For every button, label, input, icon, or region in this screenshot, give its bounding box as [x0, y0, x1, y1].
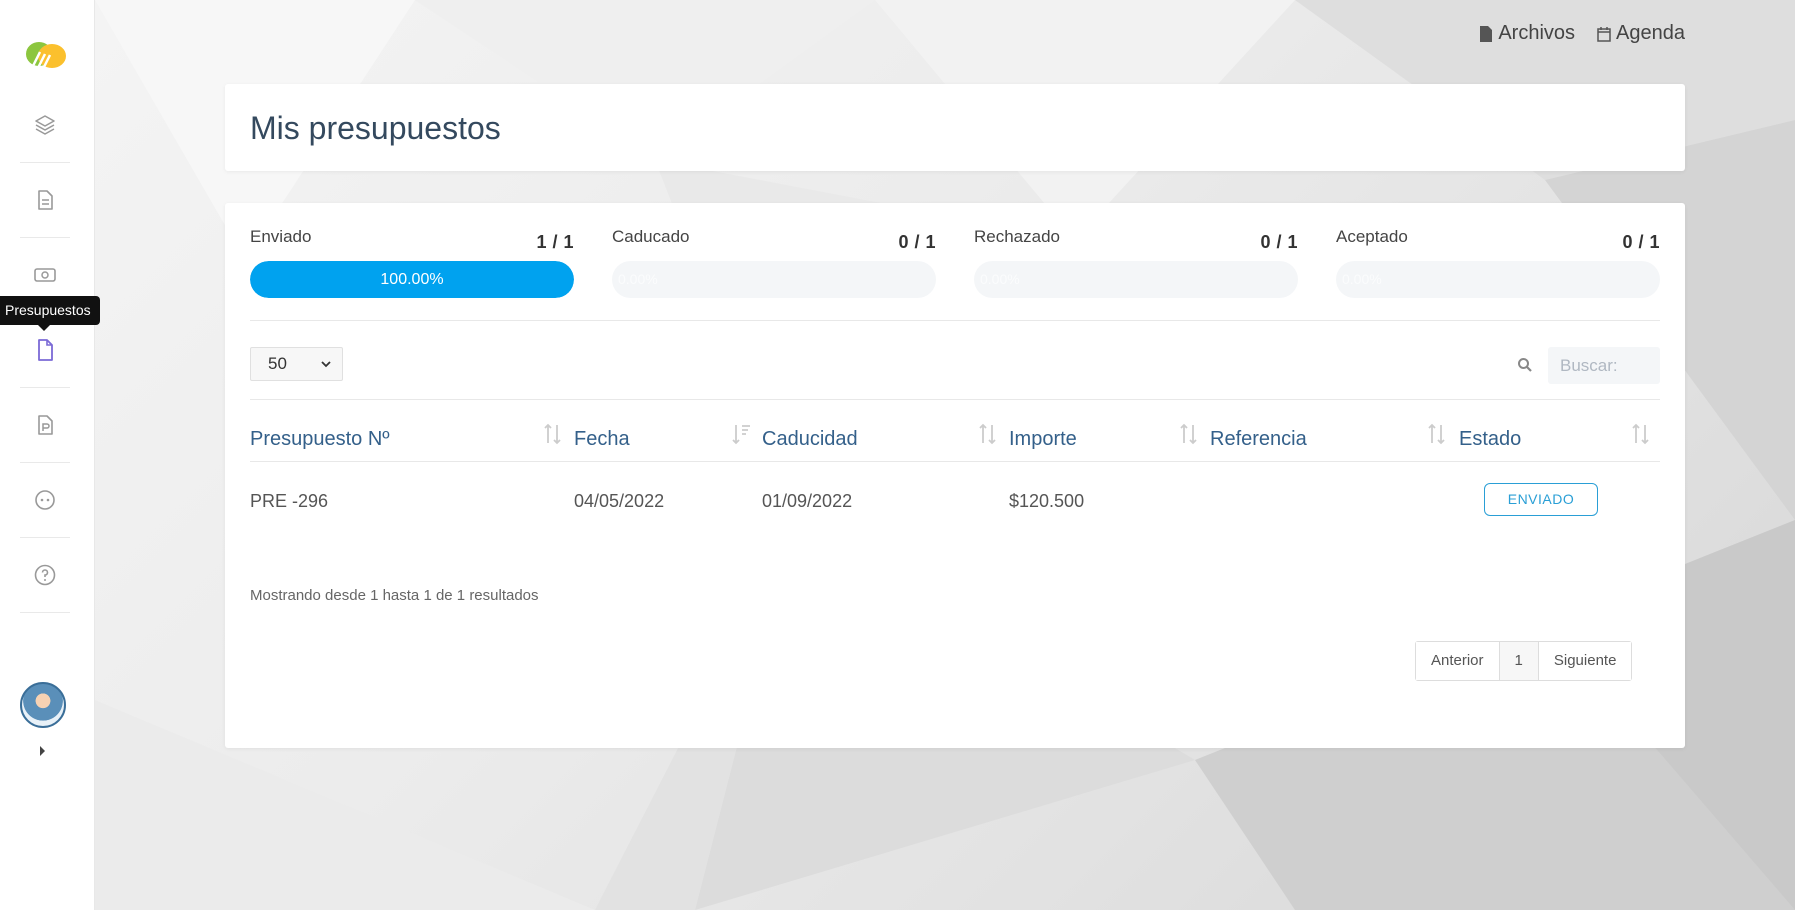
stat-count: 0 / 1	[1622, 232, 1660, 252]
progress-bar: 0.00%	[974, 261, 1298, 298]
cell-numero: PRE -296	[250, 491, 329, 511]
stat-label: Enviado	[250, 227, 312, 246]
calendar-icon	[1597, 26, 1611, 42]
document-icon	[38, 190, 53, 210]
help-icon	[34, 564, 56, 586]
table-header: Presupuesto Nº Fecha Caducidad Importe R…	[250, 408, 1660, 458]
cell-caducidad: 01/09/2022	[762, 491, 853, 511]
stat-label: Caducado	[612, 227, 690, 246]
invoice-icon	[38, 415, 53, 435]
stat-label: Rechazado	[974, 227, 1061, 246]
divider	[250, 399, 1660, 400]
sort-icon[interactable]	[1630, 422, 1652, 446]
archivos-link[interactable]: Archivos	[1479, 22, 1575, 45]
column-header-fecha[interactable]: Fecha	[574, 428, 630, 451]
chat-icon	[35, 490, 55, 510]
file-icon	[38, 339, 53, 361]
column-header-numero[interactable]: Presupuesto Nº	[250, 428, 390, 451]
sort-icon[interactable]	[977, 422, 999, 446]
stat-label: Aceptado	[1336, 227, 1408, 246]
layers-icon	[35, 115, 55, 135]
column-header-caducidad[interactable]: Caducidad	[762, 428, 858, 451]
progress-fill: 100.00%	[250, 261, 574, 298]
status-stats: Enviado 1 / 1 100.00% Caducado 0 / 1 0.0…	[250, 227, 1660, 298]
chevron-down-icon	[321, 361, 331, 368]
pagination-previous[interactable]: Anterior	[1416, 642, 1500, 680]
sidebar	[0, 0, 95, 910]
app-logo[interactable]	[22, 34, 70, 74]
column-header-estado[interactable]: Estado	[1459, 428, 1521, 451]
pagination-next[interactable]: Siguiente	[1538, 642, 1632, 680]
sort-icon[interactable]	[1178, 422, 1200, 446]
status-badge: ENVIADO	[1484, 483, 1598, 516]
page-length-select[interactable]: 50	[250, 347, 343, 381]
stat-count: 1 / 1	[536, 232, 574, 252]
archivos-label: Archivos	[1498, 22, 1576, 44]
sort-icon[interactable]	[542, 422, 564, 446]
top-links: Archivos Agenda	[1479, 22, 1685, 45]
expand-sidebar-icon[interactable]	[40, 746, 45, 756]
sort-icon[interactable]	[1426, 422, 1448, 446]
file-filled-icon	[1480, 25, 1493, 42]
page-length-value: 50	[268, 354, 287, 373]
sidebar-item-facturas[interactable]	[20, 388, 70, 463]
page-title: Mis presupuestos	[250, 110, 501, 146]
table-info: Mostrando desde 1 hasta 1 de 1 resultado…	[250, 587, 539, 604]
progress-text: 0.00%	[980, 271, 1020, 287]
column-header-importe[interactable]: Importe	[1009, 428, 1077, 451]
agenda-link[interactable]: Agenda	[1597, 22, 1685, 45]
title-card: Mis presupuestos	[225, 84, 1685, 171]
sidebar-tooltip: Presupuestos	[0, 296, 100, 331]
agenda-label: Agenda	[1616, 22, 1685, 44]
table-row[interactable]: PRE -296 04/05/2022 01/09/2022 $120.500 …	[250, 461, 1660, 536]
column-header-referencia[interactable]: Referencia	[1210, 428, 1307, 451]
avatar[interactable]	[20, 682, 66, 728]
progress-text: 0.00%	[618, 271, 658, 287]
sort-desc-icon[interactable]	[730, 422, 752, 446]
stat-count: 0 / 1	[898, 232, 936, 252]
sidebar-item-proyectos[interactable]	[20, 88, 70, 163]
stat-count: 0 / 1	[1260, 232, 1298, 252]
pagination-page-1[interactable]: 1	[1499, 642, 1539, 680]
sidebar-item-ayuda[interactable]	[20, 538, 70, 613]
pagination: Anterior 1 Siguiente	[1415, 641, 1633, 681]
progress-bar: 100.00%	[250, 261, 574, 298]
cell-fecha: 04/05/2022	[574, 491, 665, 511]
sidebar-item-mensajes[interactable]	[20, 463, 70, 538]
cell-importe: $120.500	[1009, 491, 1085, 511]
money-icon	[34, 268, 56, 282]
search-input[interactable]	[1548, 347, 1660, 384]
sidebar-item-documentos[interactable]	[20, 163, 70, 238]
divider	[250, 320, 1660, 321]
budgets-card: Enviado 1 / 1 100.00% Caducado 0 / 1 0.0…	[225, 203, 1685, 748]
progress-bar: 0.00%	[612, 261, 936, 298]
progress-bar: 0.00%	[1336, 261, 1660, 298]
progress-text: 0.00%	[1342, 271, 1382, 287]
search-icon	[1518, 358, 1532, 372]
